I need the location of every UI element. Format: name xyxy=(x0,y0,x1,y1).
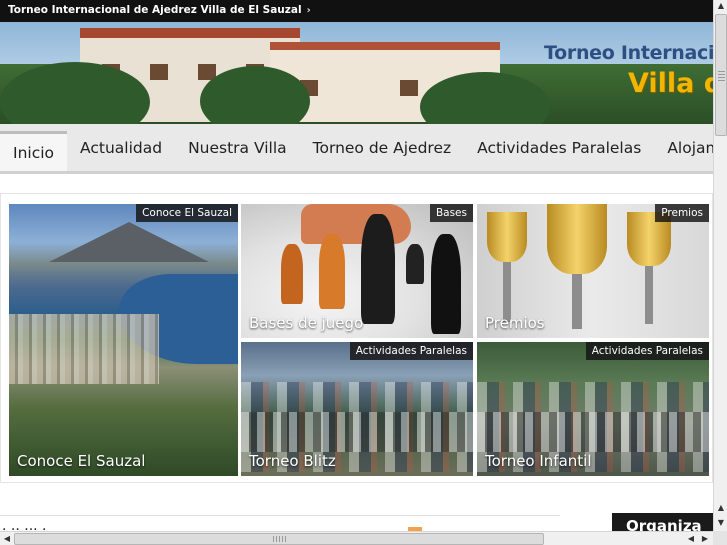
trophy-image xyxy=(547,204,607,274)
volcano-image xyxy=(49,222,209,262)
chess-piece-image xyxy=(361,214,395,324)
nav-item-nuestra-villa[interactable]: Nuestra Villa xyxy=(175,124,300,171)
site-title-bar: Torneo Internacional de Ajedrez Villa de… xyxy=(0,0,713,22)
town-image xyxy=(9,314,159,384)
scroll-left-icon[interactable]: ◀ xyxy=(1,533,13,545)
hand-image xyxy=(301,204,411,244)
nav-item-torneo-de-ajedrez[interactable]: Torneo de Ajedrez xyxy=(300,124,464,171)
banner-window xyxy=(150,64,168,80)
organiza-widget-title: Organiza xyxy=(612,513,713,533)
scroll-up-icon[interactable]: ▲ xyxy=(715,0,727,12)
nav-item-actualidad[interactable]: Actualidad xyxy=(67,124,175,171)
banner-logo-line2: Villa de xyxy=(628,68,713,99)
tile-conoce-el-sauzal[interactable]: Conoce El Sauzal Conoce El Sauzal xyxy=(9,204,238,476)
tile-bases-de-juego[interactable]: Bases Bases de juego xyxy=(241,204,473,338)
header-banner[interactable]: Torneo Internacior Villa de xyxy=(0,22,713,124)
tile-premios[interactable]: Premios Premios xyxy=(477,204,709,338)
site-title-link[interactable]: Torneo Internacional de Ajedrez Villa de… xyxy=(8,4,311,16)
banner-logo-line1: Torneo Internacior xyxy=(544,42,713,64)
trophy-image xyxy=(572,274,582,329)
site-title-text: Torneo Internacional de Ajedrez Villa de… xyxy=(8,4,302,16)
browser-viewport: Torneo Internacional de Ajedrez Villa de… xyxy=(0,0,727,545)
tile-tag[interactable]: Bases xyxy=(429,204,473,222)
banner-logo-text: Torneo Internacior Villa de xyxy=(530,38,713,108)
banner-window xyxy=(400,80,418,96)
vertical-scrollbar[interactable]: ▲ ▲ ▼ xyxy=(713,0,727,531)
chess-piece-image xyxy=(431,234,461,334)
chevron-right-icon: › xyxy=(306,5,311,16)
tile-tag[interactable]: Actividades Paralelas xyxy=(349,342,473,360)
chessboards-image xyxy=(477,412,709,452)
nav-item-inicio[interactable]: Inicio xyxy=(0,131,68,171)
scroll-up-icon[interactable]: ▲ xyxy=(715,502,727,514)
tile-tag[interactable]: Conoce El Sauzal xyxy=(136,204,238,222)
horizontal-scroll-thumb[interactable] xyxy=(14,533,544,545)
scrollbar-corner xyxy=(713,531,727,545)
nav-item-actividades-paralelas[interactable]: Actividades Paralelas xyxy=(464,124,654,171)
grip-icon xyxy=(718,69,725,81)
trophy-image xyxy=(503,262,511,322)
tile-torneo-blitz[interactable]: Actividades Paralelas Torneo Blitz xyxy=(241,342,473,476)
chess-piece-image xyxy=(281,244,303,304)
tile-torneo-infantil[interactable]: Actividades Paralelas Torneo Infantil xyxy=(477,342,709,476)
featured-gallery: Conoce El Sauzal Conoce El Sauzal Bases … xyxy=(0,193,713,483)
chess-piece-image xyxy=(406,244,424,284)
tile-caption: Conoce El Sauzal xyxy=(17,452,146,470)
tile-caption: Bases de juego xyxy=(249,314,364,332)
tile-caption: Torneo Blitz xyxy=(249,452,336,470)
main-navigation: Inicio Actualidad Nuestra Villa Torneo d… xyxy=(0,124,713,174)
news-section-header: · ·· ··· · xyxy=(0,515,560,538)
scroll-left-icon[interactable]: ◀ xyxy=(685,533,697,545)
horizontal-scrollbar[interactable]: ◀ ◀ ▶ xyxy=(0,531,713,545)
vertical-scroll-thumb[interactable] xyxy=(715,14,727,136)
scroll-right-icon[interactable]: ▶ xyxy=(699,533,711,545)
trophy-image xyxy=(645,266,653,324)
tile-caption: Premios xyxy=(485,314,545,332)
trophy-image xyxy=(487,212,527,262)
chess-piece-image xyxy=(319,234,345,309)
chessboards-image xyxy=(241,412,473,452)
scroll-down-icon[interactable]: ▼ xyxy=(715,517,727,529)
tile-tag[interactable]: Premios xyxy=(655,204,709,222)
tile-tag[interactable]: Actividades Paralelas xyxy=(585,342,709,360)
tile-caption: Torneo Infantil xyxy=(485,452,592,470)
grip-icon xyxy=(273,536,287,542)
nav-item-alojamiento[interactable]: Alojami xyxy=(654,124,713,171)
